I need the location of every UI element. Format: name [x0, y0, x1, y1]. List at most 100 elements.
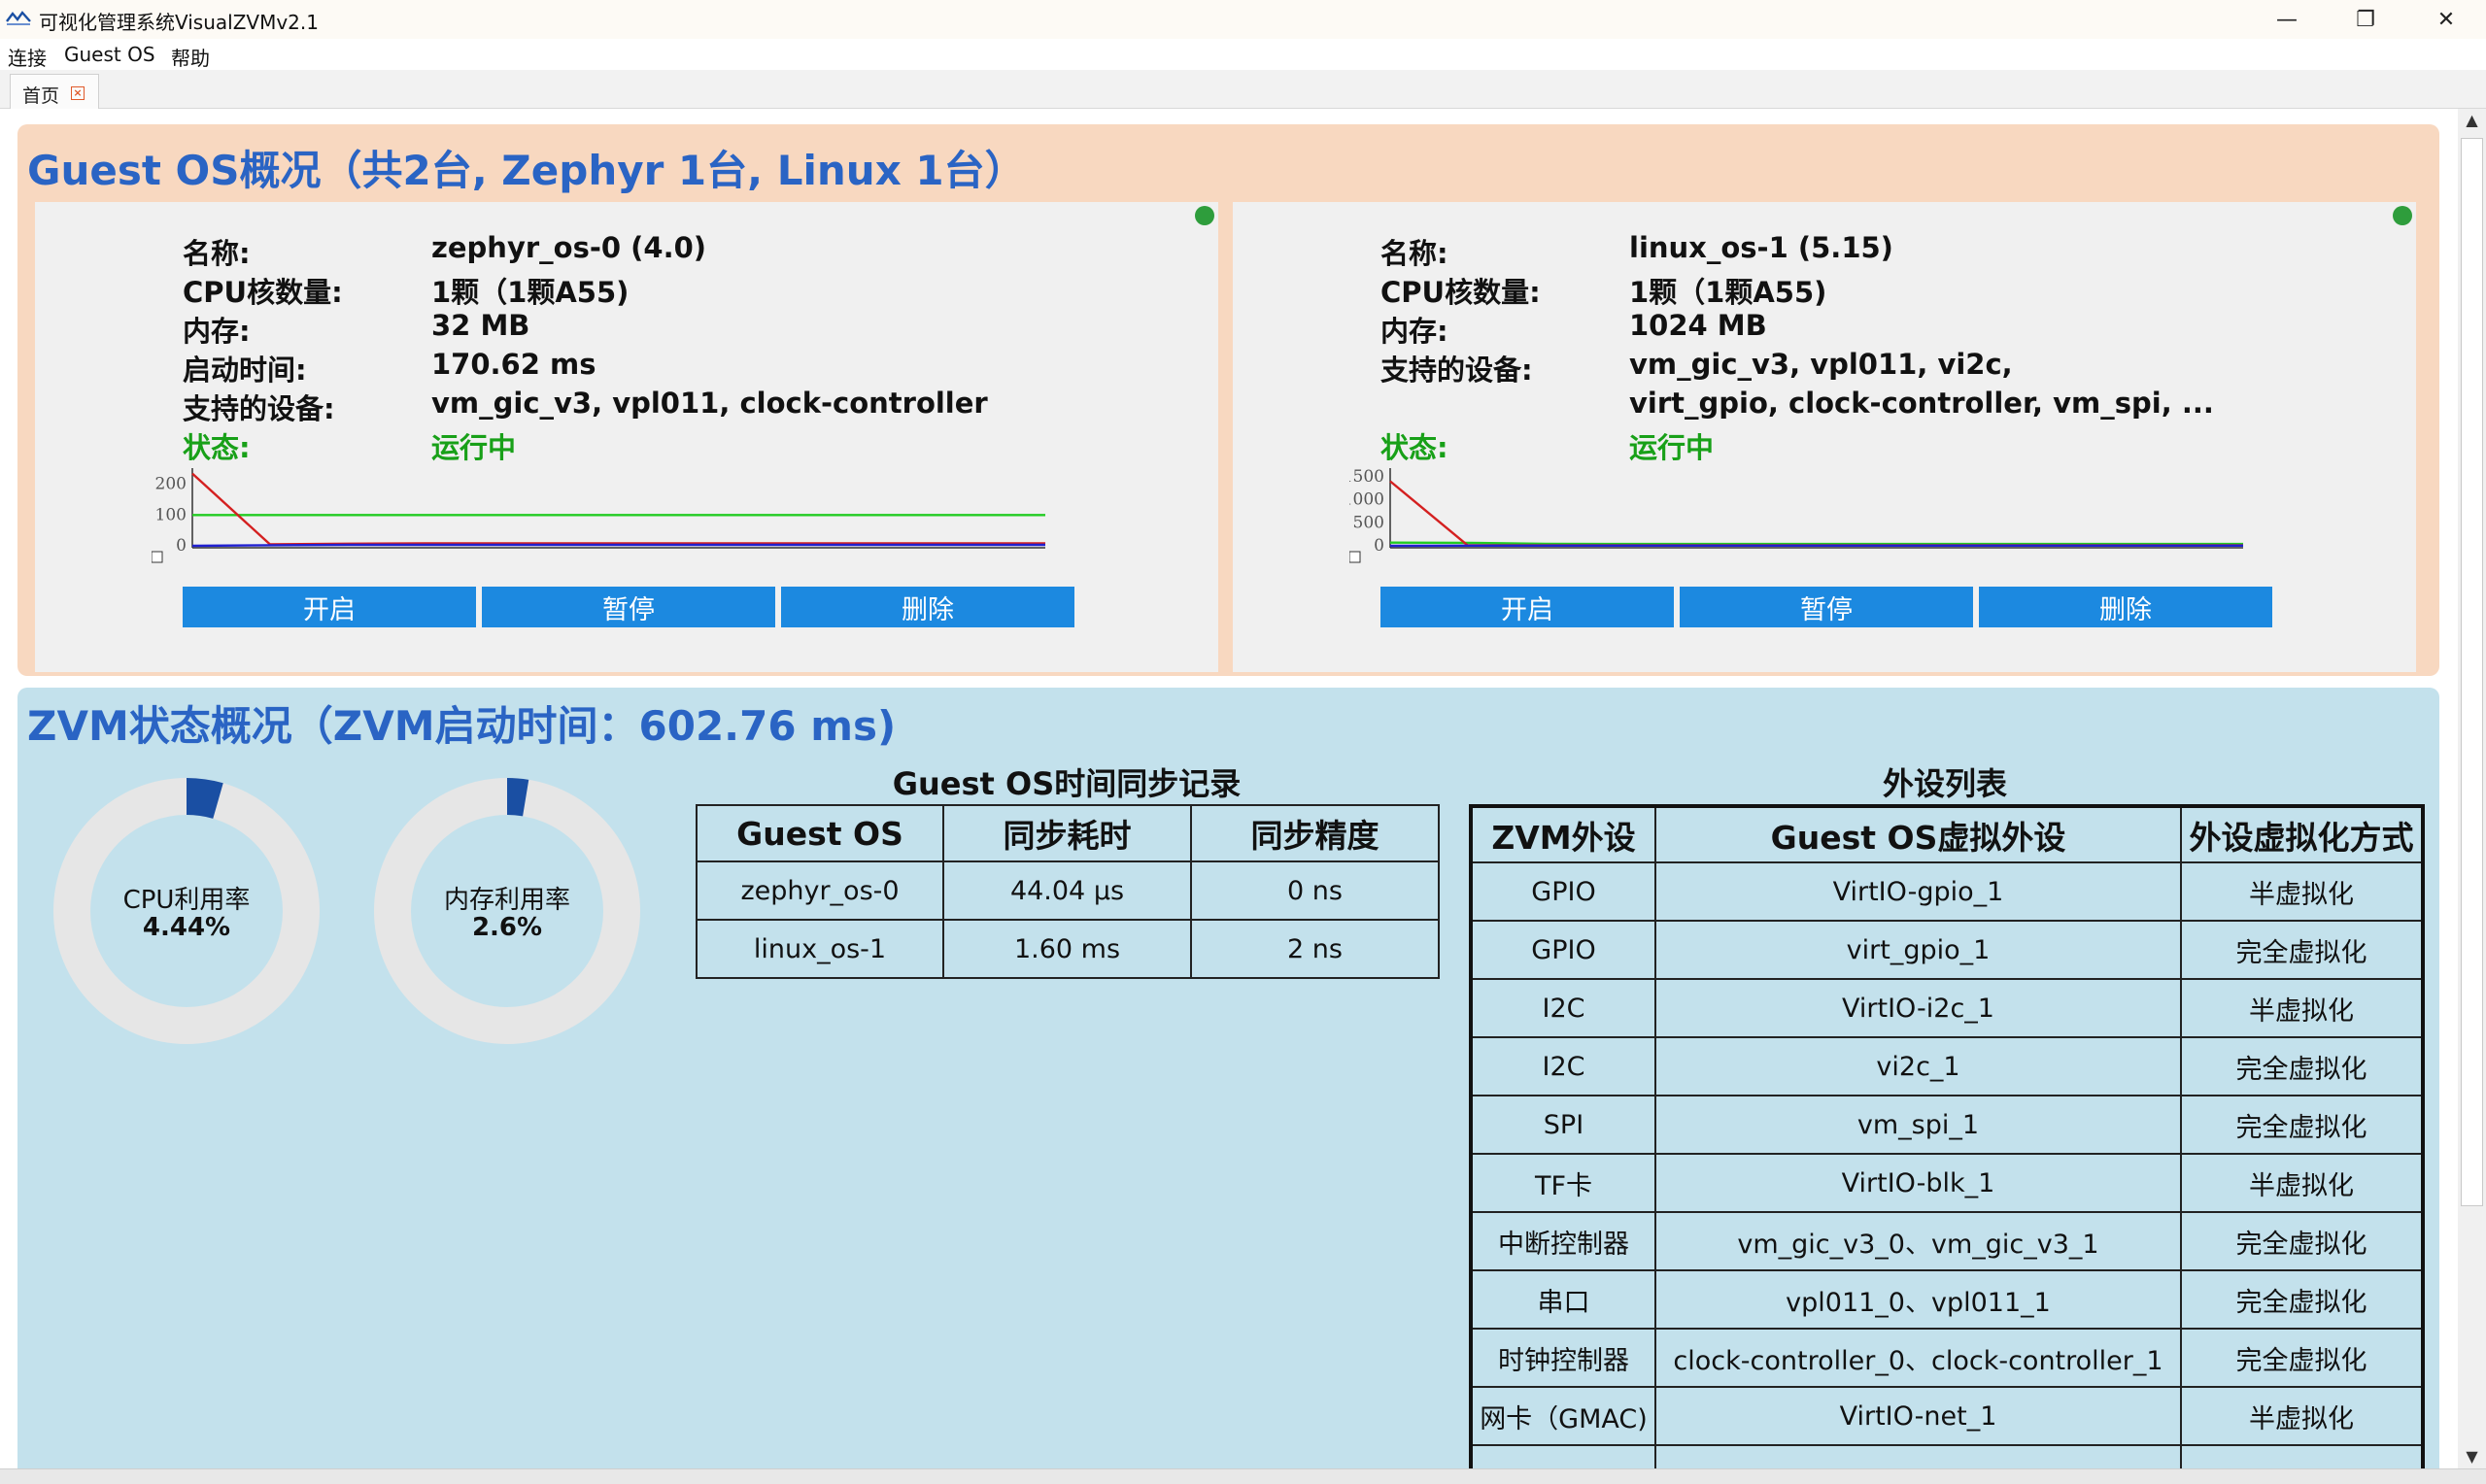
table-cell: GPIO	[1470, 861, 1656, 922]
table-cell: 中断控制器	[1470, 1211, 1656, 1271]
tab-home-label: 首页	[22, 85, 60, 107]
y-tick-label: 0	[176, 536, 187, 556]
table-cell: GPIO	[1470, 920, 1656, 980]
guest-os-overview-title: Guest OS概况（共2台, Zephyr 1台, Linux 1台）	[27, 147, 1026, 194]
boot-time-value: 170.62 ms	[431, 348, 596, 381]
table-header-row: ZVM外设 Guest OS虚拟外设 外设虚拟化方式	[1470, 805, 2424, 863]
table-cell: 半虚拟化	[2180, 1153, 2424, 1213]
restore-button[interactable]: ❐	[2327, 0, 2404, 39]
cpu-label: CPU核数量:	[183, 276, 343, 309]
status-value: 运行中	[1629, 431, 1715, 464]
menu-help[interactable]: 帮助	[171, 43, 210, 71]
table-cell: SPI	[1470, 1095, 1656, 1155]
table-row	[1470, 1444, 2424, 1468]
y-tick-label: 1500	[1349, 467, 1384, 487]
peripheral-table-title: 外设列表	[1882, 765, 2007, 802]
boot-time-label: 启动时间:	[183, 354, 307, 387]
status-label: 状态:	[183, 431, 251, 464]
memory-label: 内存:	[1380, 315, 1448, 348]
pause-button[interactable]: 暂停	[482, 587, 775, 627]
table-cell: 完全虚拟化	[2180, 920, 2424, 980]
window-title: 可视化管理系统VisualZVMv2.1	[39, 11, 319, 34]
delete-button[interactable]: 删除	[781, 587, 1074, 627]
vertical-scrollbar[interactable]: ▲ ▼	[2458, 109, 2486, 1468]
table-cell: 完全虚拟化	[2180, 1269, 2424, 1330]
table-cell: zephyr_os-0	[696, 860, 944, 921]
status-label: 状态:	[1380, 431, 1448, 464]
table-cell: 完全虚拟化	[2180, 1211, 2424, 1271]
pause-button[interactable]: 暂停	[1680, 587, 1973, 627]
app-logo-icon	[6, 11, 31, 25]
chart-series-line	[191, 472, 1045, 546]
table-cell: 2 ns	[1190, 919, 1440, 979]
table-cell: 0 ns	[1190, 860, 1440, 921]
close-window-button[interactable]: ✕	[2407, 0, 2485, 39]
start-button[interactable]: 开启	[1380, 587, 1674, 627]
table-row: zephyr_os-0 44.04 μs 0 ns	[696, 860, 1440, 921]
devices-value-line1: vm_gic_v3, vpl011, vi2c,	[1629, 348, 2013, 381]
y-tick-label: 200	[155, 475, 187, 494]
start-button[interactable]: 开启	[183, 587, 476, 627]
column-header: 同步精度	[1190, 804, 1440, 862]
name-label: 名称:	[1380, 237, 1448, 270]
table-header-row: Guest OS 同步耗时 同步精度	[696, 804, 1440, 862]
minimize-button[interactable]: —	[2248, 0, 2326, 39]
table-row: GPIO VirtIO-gpio_1 半虚拟化	[1470, 861, 2424, 922]
memory-usage-label: 内存利用率	[443, 886, 570, 915]
y-tick-label: 1000	[1349, 490, 1384, 510]
guest-card-zephyr: 名称: zephyr_os-0 (4.0) CPU核数量: 1颗（1颗A55) …	[35, 202, 1218, 672]
table-cell: vpl011_0、vpl011_1	[1654, 1269, 2182, 1330]
menu-guest-os[interactable]: Guest OS	[64, 43, 155, 66]
legend-toggle-icon	[1349, 551, 1361, 563]
legend-toggle-icon	[152, 551, 163, 563]
home-content: Guest OS概况（共2台, Zephyr 1台, Linux 1台） 名称:…	[0, 109, 2458, 1468]
scroll-down-icon[interactable]: ▼	[2458, 1445, 2486, 1468]
chart-series-line	[1389, 480, 2243, 547]
memory-value: 1024 MB	[1629, 309, 1767, 342]
menu-connect[interactable]: 连接	[8, 43, 47, 71]
memory-usage-value: 2.6%	[471, 913, 543, 942]
table-cell: 网卡（GMAC)	[1470, 1386, 1656, 1446]
table-cell: VirtIO-i2c_1	[1654, 978, 2182, 1038]
table-row: linux_os-1 1.60 ms 2 ns	[696, 919, 1440, 979]
table-cell: VirtIO-blk_1	[1654, 1153, 2182, 1213]
cpu-value: 1颗（1颗A55)	[431, 276, 630, 309]
scrollbar-thumb[interactable]	[2461, 138, 2483, 1206]
table-cell: 半虚拟化	[2180, 1386, 2424, 1446]
tab-home[interactable]: 首页 ×	[10, 74, 99, 109]
zvm-overview-title: ZVM状态概况（ZVM启动时间：602.76 ms)	[27, 702, 897, 750]
table-row: SPI vm_spi_1 完全虚拟化	[1470, 1095, 2424, 1155]
table-cell: vm_gic_v3_0、vm_gic_v3_1	[1654, 1211, 2182, 1271]
tab-close-icon[interactable]: ×	[71, 86, 85, 100]
column-header: Guest OS虚拟外设	[1654, 805, 2182, 863]
memory-label: 内存:	[183, 315, 251, 348]
table-cell: VirtIO-net_1	[1654, 1386, 2182, 1446]
table-cell: vi2c_1	[1654, 1036, 2182, 1096]
chart-series-line	[191, 543, 1045, 548]
cpu-usage-chart: 1500 1000 500 0	[1349, 467, 2243, 563]
table-cell	[2180, 1444, 2424, 1468]
table-row: 网卡（GMAC) VirtIO-net_1 半虚拟化	[1470, 1386, 2424, 1446]
app-window: 可视化管理系统VisualZVMv2.1 — ❐ ✕ 连接 Guest OS 帮…	[0, 0, 2486, 1484]
name-value: zephyr_os-0 (4.0)	[431, 231, 707, 264]
table-cell: 完全虚拟化	[2180, 1036, 2424, 1096]
y-tick-label: 100	[155, 505, 187, 524]
name-value: linux_os-1 (5.15)	[1629, 231, 1893, 264]
table-cell: clock-controller_0、clock-controller_1	[1654, 1328, 2182, 1388]
table-cell: 完全虚拟化	[2180, 1095, 2424, 1155]
delete-button[interactable]: 删除	[1979, 587, 2272, 627]
table-row: 中断控制器 vm_gic_v3_0、vm_gic_v3_1 完全虚拟化	[1470, 1211, 2424, 1271]
table-cell	[1470, 1444, 1656, 1468]
table-cell: I2C	[1470, 1036, 1656, 1096]
table-row: GPIO virt_gpio_1 完全虚拟化	[1470, 920, 2424, 980]
scroll-up-icon[interactable]: ▲	[2458, 109, 2486, 132]
cpu-usage-chart: 200 100 0	[152, 468, 1045, 563]
title-bar: 可视化管理系统VisualZVMv2.1 — ❐ ✕	[0, 0, 2486, 39]
tab-strip: 首页 ×	[0, 70, 2486, 109]
zvm-overview-panel: ZVM状态概况（ZVM启动时间：602.76 ms) CPU利用率 4.44% …	[17, 688, 2439, 1468]
guest-os-overview-panel: Guest OS概况（共2台, Zephyr 1台, Linux 1台） 名称:…	[17, 124, 2439, 676]
menu-bar: 连接 Guest OS 帮助	[0, 39, 2486, 70]
table-cell: VirtIO-gpio_1	[1654, 861, 2182, 922]
table-cell: 44.04 μs	[942, 860, 1192, 921]
sync-table-title: Guest OS时间同步记录	[892, 765, 1242, 802]
